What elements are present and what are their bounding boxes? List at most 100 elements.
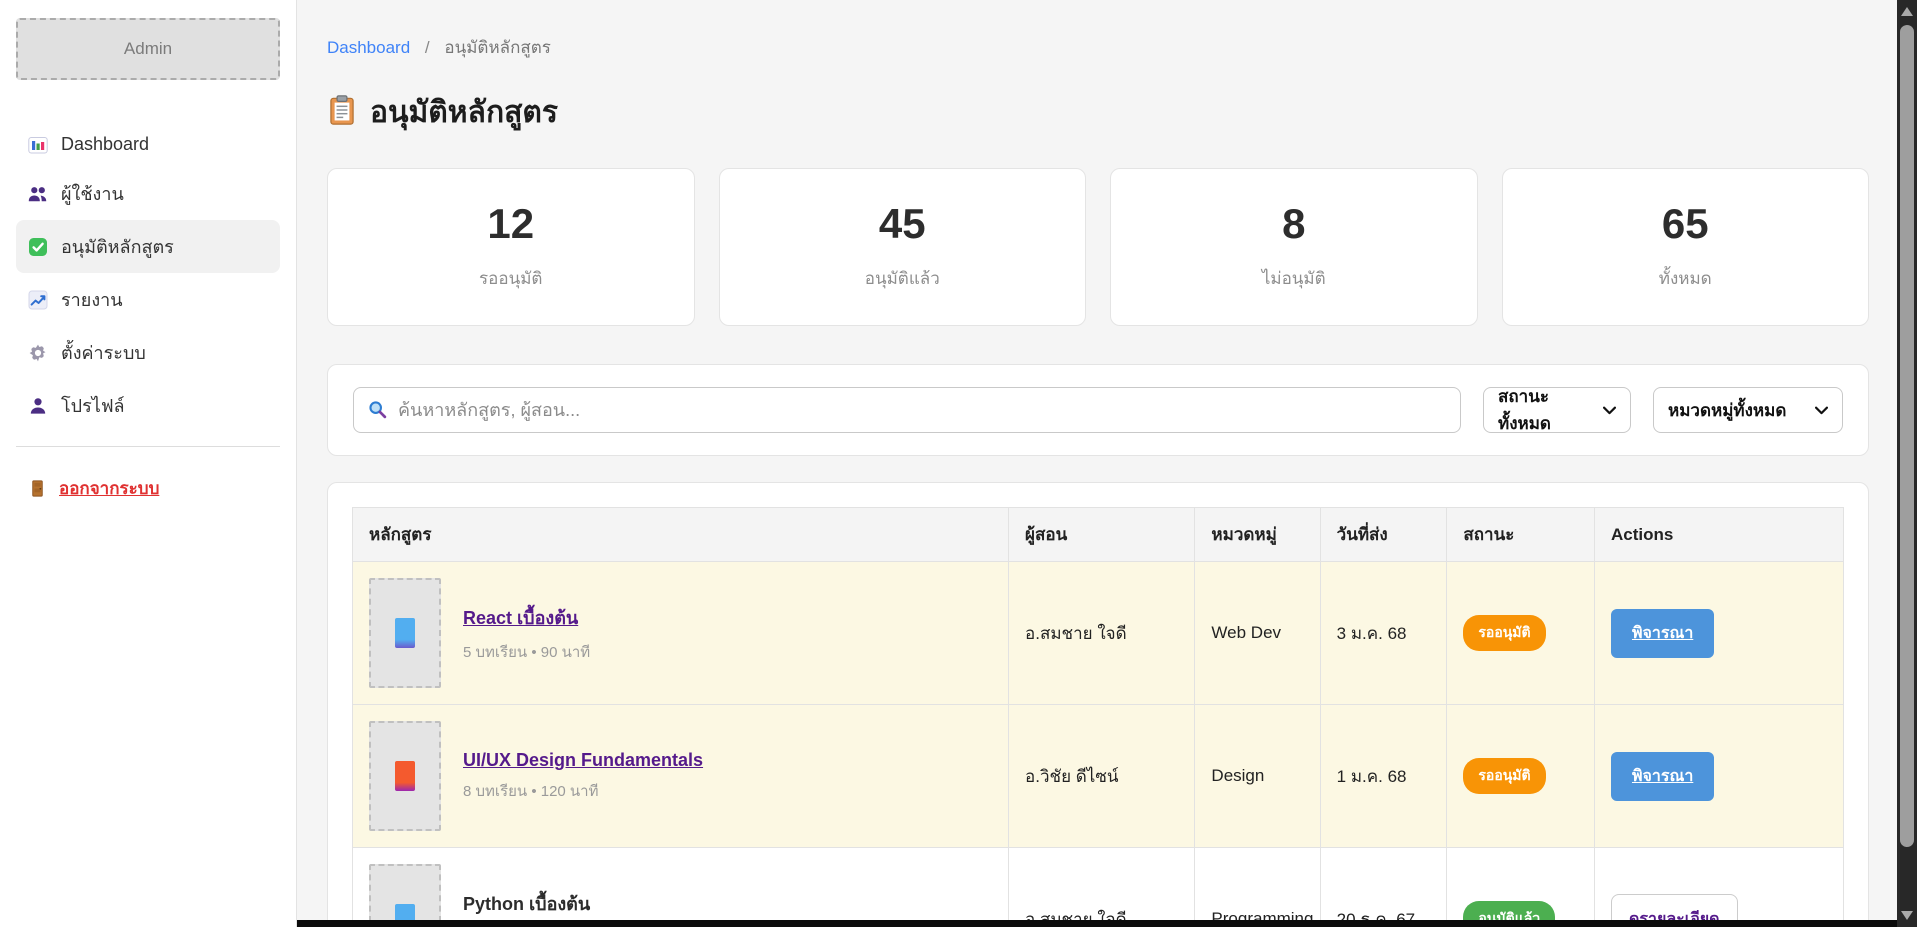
column-header-instructor: ผู้สอน [1009, 508, 1195, 562]
admin-brand-box: Admin [16, 18, 280, 80]
instructor-cell: อ.สมชาย ใจดี [1009, 848, 1195, 927]
stat-label: ทั้งหมด [1659, 265, 1712, 292]
sidebar-item-label: โปรไฟล์ [61, 391, 125, 420]
course-title-link[interactable]: UI/UX Design Fundamentals [463, 750, 703, 771]
sidebar-item-course-approval[interactable]: อนุมัติหลักสูตร [16, 220, 280, 273]
category-cell: Design [1195, 705, 1320, 848]
course-cell: Python เบื้องต้น 8 บทเรียน • 120 นาที [369, 864, 992, 927]
scrollbar[interactable] [1897, 0, 1917, 927]
sidebar-item-label: ตั้งค่าระบบ [61, 338, 146, 367]
table-header-row: หลักสูตร ผู้สอน หมวดหมู่ วันที่ส่ง สถานะ… [353, 508, 1844, 562]
scroll-down-arrow[interactable] [1901, 911, 1913, 920]
sidebar-item-label: อนุมัติหลักสูตร [61, 232, 174, 261]
breadcrumb-separator: / [425, 38, 430, 57]
courses-table-card: หลักสูตร ผู้สอน หมวดหมู่ วันที่ส่ง สถานะ… [327, 482, 1869, 927]
stat-card-pending: 12 รออนุมัติ [327, 168, 695, 326]
sidebar-divider [16, 446, 280, 447]
stat-label: รออนุมัติ [479, 265, 542, 292]
course-thumbnail-placeholder [369, 578, 441, 688]
instructor-cell: อ.วิชัย ดีไซน์ [1009, 705, 1195, 848]
stat-card-total: 65 ทั้งหมด [1502, 168, 1870, 326]
table-row: UI/UX Design Fundamentals 8 บทเรียน • 12… [353, 705, 1844, 848]
table-row: Python เบื้องต้น 8 บทเรียน • 120 นาที อ.… [353, 848, 1844, 927]
stat-value: 12 [487, 203, 534, 245]
category-cell: Web Dev [1195, 562, 1320, 705]
category-filter-select[interactable]: หมวดหมู่ทั้งหมด [1653, 387, 1843, 433]
scroll-up-arrow[interactable] [1901, 7, 1913, 16]
scrollbar-thumb[interactable] [1900, 25, 1914, 847]
course-thumbnail-placeholder [369, 721, 441, 831]
sidebar-item-users[interactable]: ผู้ใช้งาน [16, 167, 280, 220]
sidebar-item-label: รายงาน [61, 285, 123, 314]
breadcrumb-current: อนุมัติหลักสูตร [444, 38, 551, 57]
column-header-actions: Actions [1594, 508, 1843, 562]
courses-table: หลักสูตร ผู้สอน หมวดหมู่ วันที่ส่ง สถานะ… [352, 507, 1844, 927]
date-cell: 3 ม.ค. 68 [1320, 562, 1447, 705]
stat-card-approved: 45 อนุมัติแล้ว [719, 168, 1087, 326]
sidebar: Admin Dashboard ผู้ใช้งาน อนุมัติหลักสูต… [0, 0, 297, 927]
brand-label: Admin [124, 39, 172, 59]
column-header-status: สถานะ [1447, 508, 1595, 562]
sidebar-item-profile[interactable]: โปรไฟล์ [16, 379, 280, 432]
course-info: UI/UX Design Fundamentals 8 บทเรียน • 12… [463, 750, 703, 803]
sidebar-item-label: Dashboard [61, 134, 149, 155]
chevron-down-icon [1603, 400, 1616, 420]
stat-value: 65 [1662, 203, 1709, 245]
date-cell: 1 ม.ค. 68 [1320, 705, 1447, 848]
book-icon [395, 761, 415, 791]
chevron-down-icon [1815, 400, 1828, 420]
page-title-row: อนุมัติหลักสูตร [327, 89, 1869, 136]
course-meta: 8 บทเรียน • 120 นาที [463, 779, 703, 803]
users-icon [28, 184, 48, 204]
column-header-category: หมวดหมู่ [1195, 508, 1320, 562]
breadcrumb: Dashboard / อนุมัติหลักสูตร [327, 34, 1869, 61]
column-header-course: หลักสูตร [353, 508, 1009, 562]
breadcrumb-dashboard-link[interactable]: Dashboard [327, 38, 410, 57]
page-title: อนุมัติหลักสูตร [370, 89, 558, 136]
stat-value: 8 [1282, 203, 1305, 245]
stat-value: 45 [879, 203, 926, 245]
review-button[interactable]: พิจารณา [1611, 609, 1714, 658]
column-header-date: วันที่ส่ง [1320, 508, 1447, 562]
status-badge: รออนุมัติ [1463, 615, 1545, 651]
instructor-cell: อ.สมชาย ใจดี [1009, 562, 1195, 705]
bar-chart-icon [28, 135, 48, 155]
sidebar-item-dashboard[interactable]: Dashboard [16, 122, 280, 167]
status-filter-select[interactable]: สถานะทั้งหมด [1483, 387, 1631, 433]
stat-label: อนุมัติแล้ว [865, 265, 940, 292]
status-badge: รออนุมัติ [1463, 758, 1545, 794]
course-info: React เบื้องต้น 5 บทเรียน • 90 นาที [463, 603, 590, 664]
logout-label: ออกจากระบบ [59, 475, 159, 502]
status-filter-value: สถานะทั้งหมด [1498, 383, 1593, 437]
sidebar-nav: Dashboard ผู้ใช้งาน อนุมัติหลักสูตร รายง… [16, 122, 280, 432]
search-input[interactable] [353, 387, 1461, 433]
stat-label: ไม่อนุมัติ [1262, 265, 1326, 292]
sidebar-item-label: ผู้ใช้งาน [61, 179, 124, 208]
filter-bar: สถานะทั้งหมด หมวดหมู่ทั้งหมด [327, 364, 1869, 456]
course-title: Python เบื้องต้น [463, 889, 590, 918]
door-icon [28, 479, 48, 499]
bottom-dark-bar [297, 920, 1897, 927]
date-cell: 20 ธ.ค. 67 [1320, 848, 1447, 927]
main-content: Dashboard / อนุมัติหลักสูตร อนุมัติหลักส… [297, 0, 1897, 927]
chart-up-icon [28, 290, 48, 310]
course-thumbnail-placeholder [369, 864, 441, 927]
person-icon [28, 396, 48, 416]
search-wrap [353, 387, 1461, 433]
gear-icon [28, 343, 48, 363]
logout-link[interactable]: ออกจากระบบ [16, 469, 280, 508]
stat-cards: 12 รออนุมัติ 45 อนุมัติแล้ว 8 ไม่อนุมัติ… [327, 168, 1869, 326]
table-row: React เบื้องต้น 5 บทเรียน • 90 นาที อ.สม… [353, 562, 1844, 705]
course-cell: React เบื้องต้น 5 บทเรียน • 90 นาที [369, 578, 992, 688]
app-root: Admin Dashboard ผู้ใช้งาน อนุมัติหลักสูต… [0, 0, 1917, 927]
course-meta: 5 บทเรียน • 90 นาที [463, 640, 590, 664]
course-title-link[interactable]: React เบื้องต้น [463, 603, 578, 632]
category-cell: Programming [1195, 848, 1320, 927]
sidebar-item-reports[interactable]: รายงาน [16, 273, 280, 326]
sidebar-item-settings[interactable]: ตั้งค่าระบบ [16, 326, 280, 379]
book-icon [395, 618, 415, 648]
review-button[interactable]: พิจารณา [1611, 752, 1714, 801]
course-cell: UI/UX Design Fundamentals 8 บทเรียน • 12… [369, 721, 992, 831]
stat-card-rejected: 8 ไม่อนุมัติ [1110, 168, 1478, 326]
check-icon [28, 237, 48, 257]
